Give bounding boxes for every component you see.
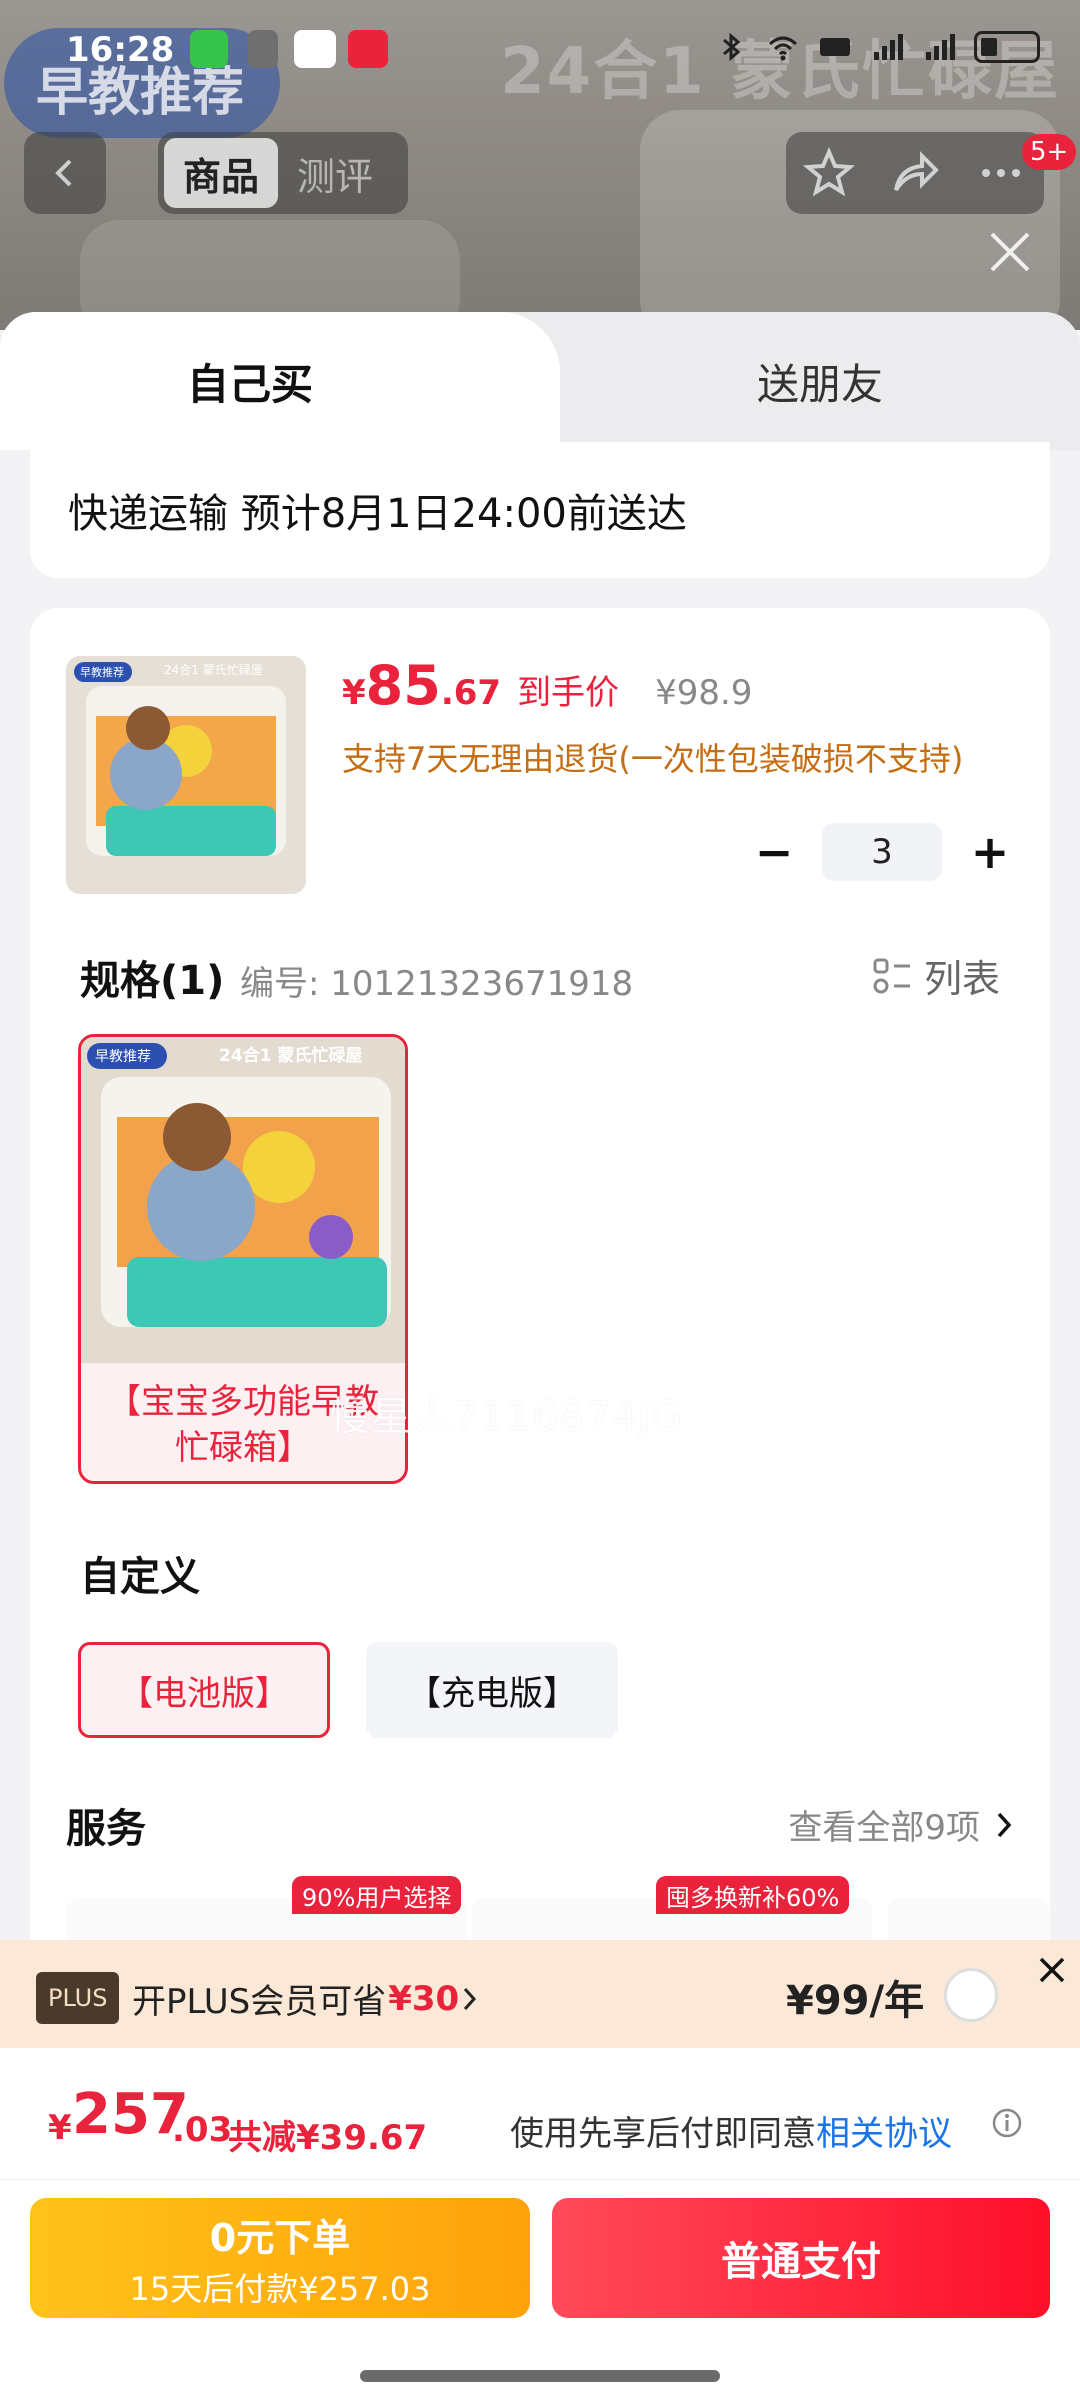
wifi-icon (768, 36, 798, 61)
plus-logo: PLUS (36, 1972, 120, 2024)
spec-code: 编号: 10121323671918 (240, 964, 634, 1004)
qty-value[interactable]: 3 (822, 823, 942, 881)
status-time: 16:28 (66, 30, 175, 70)
option-battery[interactable]: 【电池版】 (78, 1642, 330, 1738)
price-integer: 85 (365, 654, 441, 717)
chevron-right-icon (997, 1812, 1012, 1837)
info-icon[interactable] (990, 2106, 1024, 2140)
spec-title: 规格(1) (80, 958, 225, 1004)
purchase-tabs: 送朋友 自己买 (0, 312, 1080, 450)
spec-option-picture: 早教推荐 24合1 蒙氏忙碌屋 (81, 1037, 405, 1363)
more-icon[interactable] (974, 146, 1028, 200)
battery-icon (974, 31, 1040, 63)
back-button[interactable] (24, 132, 106, 214)
list-view-toggle[interactable]: 列表 (872, 948, 1000, 1003)
watermark-text: 慢星人7116874JG (330, 1394, 683, 1440)
thumb-badge-text: 早教推荐 (80, 665, 124, 679)
pay-later-title: 0元下单 (209, 2215, 351, 2260)
product-thumbnail[interactable]: 早教推荐 24合1 蒙氏忙碌屋 (66, 656, 306, 894)
chevron-left-icon (55, 159, 72, 187)
quantity-stepper: − 3 + (742, 820, 1022, 884)
original-price: ¥98.9 (655, 673, 753, 713)
thumb-title-text: 24合1 蒙氏忙碌屋 (164, 662, 263, 677)
tab-product[interactable]: 商品 (164, 138, 278, 208)
plus-promo-text: 开PLUS会员可省 (132, 1982, 387, 2022)
status-right-group (714, 30, 1040, 64)
custom-title: 自定义 (80, 1554, 200, 1600)
agreement-link[interactable]: 相关协议 (816, 2114, 952, 2154)
price-row: ¥ 85 .67 到手价 ¥98.9 (342, 654, 752, 717)
option-title-text: 24合1 蒙氏忙碌屋 (219, 1045, 362, 1066)
price-currency: ¥ (342, 673, 366, 713)
service-tag-tradein: 囤多换新补60% (656, 1876, 850, 1914)
delivery-info[interactable]: 快递运输 预计8月1日24:00前送达 (30, 442, 1050, 578)
price-label: 到手价 (517, 673, 620, 713)
oppo-app-icon (294, 30, 336, 68)
total-decimal: .03 (172, 2110, 233, 2150)
agreement-text: 使用先享后付即同意相关协议 (510, 2106, 952, 2155)
shop-app-icon (348, 30, 388, 68)
tab-review[interactable]: 测评 (278, 138, 392, 208)
price-decimal: .67 (440, 673, 502, 713)
pay-later-button[interactable]: 0元下单 15天后付款¥257.03 (30, 2198, 530, 2318)
close-icon (1039, 1957, 1065, 1983)
plus-price: ¥99/年 (786, 1978, 925, 2024)
service-title: 服务 (66, 1806, 146, 1852)
plus-radio[interactable] (944, 1968, 998, 2022)
star-icon[interactable] (802, 146, 856, 200)
product-nav-tabs: 商品 测评 (158, 132, 408, 214)
normal-pay-button[interactable]: 普通支付 (552, 2198, 1050, 2318)
total-currency: ¥ (48, 2108, 72, 2148)
agreement-prefix: 使用先享后付即同意 (510, 2114, 816, 2154)
service-view-all[interactable]: 查看全部9项 (788, 1800, 1014, 1849)
service-view-all-label: 查看全部9项 (788, 1808, 980, 1848)
wechat-icon (190, 30, 228, 68)
total-bar: ¥ 257 .03 共减¥39.67 使用先享后付即同意相关协议 (0, 2048, 1080, 2180)
tab-gift[interactable]: 送朋友 (560, 312, 1080, 450)
tab-self[interactable]: 自己买 (0, 312, 560, 450)
service-tag-popular: 90%用户选择 (292, 1876, 462, 1914)
qty-minus-button[interactable]: − (742, 820, 806, 884)
browser-icon (248, 30, 278, 68)
pay-later-subtitle: 15天后付款¥257.03 (129, 2269, 431, 2308)
plus-promo: 开PLUS会员可省 ¥30 (132, 1974, 481, 2023)
total-saved: 共减¥39.67 (228, 2118, 428, 2158)
notification-badge: 5+ (1022, 134, 1077, 170)
spec-option-image: 早教推荐 24合1 蒙氏忙碌屋 (81, 1037, 405, 1363)
qty-plus-button[interactable]: + (958, 820, 1022, 884)
plus-close-button[interactable] (1024, 1940, 1080, 2000)
signal-4g-icon (874, 34, 903, 60)
share-icon[interactable] (888, 146, 942, 200)
product-thumbnail-image: 早教推荐 24合1 蒙氏忙碌屋 (66, 656, 306, 894)
option-badge-text: 早教推荐 (95, 1049, 151, 1065)
nav-actions (786, 132, 1044, 214)
home-indicator[interactable] (360, 2370, 720, 2382)
list-label: 列表 (923, 957, 1000, 1001)
list-icon (873, 958, 910, 993)
hd-icon (820, 38, 850, 56)
signal-5g-icon (926, 34, 955, 60)
chevron-right-icon (464, 1987, 477, 2010)
plus-membership-bar[interactable]: PLUS 开PLUS会员可省 ¥30 ¥99/年 (0, 1940, 1080, 2048)
bottom-action-row: 0元下单 15天后付款¥257.03 普通支付 (0, 2180, 1080, 2400)
bluetooth-icon (723, 32, 741, 62)
option-rechargeable[interactable]: 【充电版】 (366, 1642, 618, 1738)
return-policy: 支持7天无理由退货(一次性包装破损不支持) (342, 740, 964, 778)
status-bar: 16:28 (0, 0, 1080, 100)
close-sheet-icon[interactable] (980, 222, 1040, 282)
plus-save-amount: ¥30 (388, 1978, 460, 2019)
